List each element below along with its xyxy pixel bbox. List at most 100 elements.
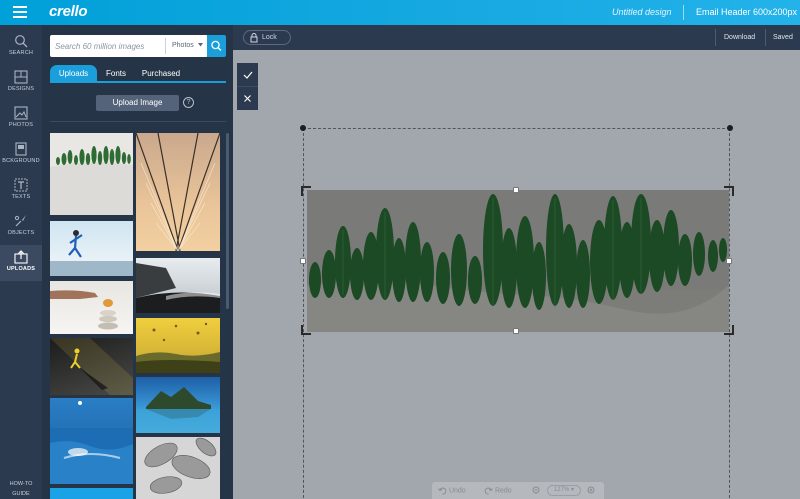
leaf-forest-image xyxy=(50,146,133,215)
bottom-toolbar: Undo Redo 127% ▾ xyxy=(432,482,604,499)
crop-frame-corner[interactable] xyxy=(727,125,733,131)
nav-label: BCKGROUND xyxy=(2,158,40,164)
how-to-guide-link[interactable]: HOW-TO GUIDE xyxy=(0,479,42,499)
lock-button[interactable]: Lock xyxy=(243,30,291,45)
thumbnail-black-beach[interactable] xyxy=(136,258,220,313)
nav-label: SEARCH xyxy=(8,50,34,56)
search-input[interactable] xyxy=(55,39,165,53)
chevron-down-icon xyxy=(197,43,203,47)
thumbnail-gray-leaves[interactable] xyxy=(136,437,220,499)
save-status: Saved xyxy=(773,34,793,41)
download-button[interactable]: Download xyxy=(724,34,755,41)
howto-line: HOW-TO xyxy=(9,481,33,487)
nav-item-objects[interactable]: OBJECTS xyxy=(0,209,42,245)
top-bar: crello Untitled design Email Header 600x… xyxy=(0,0,800,25)
howto-line: GUIDE xyxy=(12,491,30,497)
tab-purchased[interactable]: Purchased xyxy=(136,65,186,82)
checkmark-icon xyxy=(243,71,253,79)
zoom-out-icon xyxy=(532,486,540,494)
cancel-crop-button[interactable] xyxy=(237,87,258,110)
nav-item-designs[interactable]: DESIGNS xyxy=(0,65,42,101)
beach-image xyxy=(136,263,220,313)
bridge-image xyxy=(136,133,220,251)
tab-uploads[interactable]: Uploads xyxy=(50,65,97,82)
designs-icon xyxy=(14,70,28,84)
photos-icon xyxy=(14,106,28,120)
canvas-image[interactable] xyxy=(307,190,729,332)
lock-icon xyxy=(250,33,258,43)
zoom-out-button[interactable] xyxy=(532,486,541,497)
resize-handle[interactable] xyxy=(513,328,519,334)
crop-frame-corner[interactable] xyxy=(300,125,306,131)
panel-tabs: Uploads Fonts Purchased xyxy=(50,65,226,83)
redo-label: Redo xyxy=(494,487,512,495)
nav-label: UPLOADS xyxy=(6,266,36,272)
thumbnail-blue[interactable] xyxy=(50,488,133,499)
stones-image xyxy=(50,290,118,330)
crop-handle[interactable] xyxy=(724,186,734,196)
search-box: Photos xyxy=(50,35,208,57)
thumbnail-stacked-stones[interactable] xyxy=(50,281,133,334)
balloons-image xyxy=(136,322,220,373)
nav-item-photos[interactable]: PHOTOS xyxy=(0,101,42,137)
texts-icon xyxy=(14,178,28,192)
objects-icon xyxy=(14,215,26,227)
thumbnail-runner-shadow[interactable] xyxy=(50,338,133,395)
search-button[interactable] xyxy=(207,35,226,57)
nav-label: DESIGNS xyxy=(7,86,35,92)
island-image xyxy=(136,387,220,433)
zoom-level-dropdown[interactable]: 127% ▾ xyxy=(547,485,581,496)
crop-handle[interactable] xyxy=(301,186,311,196)
zoom-in-icon xyxy=(587,486,595,494)
sea-image xyxy=(50,401,133,484)
thumbnail-leaf-forest[interactable] xyxy=(50,133,133,215)
divider xyxy=(765,29,766,46)
divider xyxy=(683,5,684,20)
thumbnail-hot-air-balloons[interactable] xyxy=(136,318,220,373)
thumbnail-jumping-sea[interactable] xyxy=(50,398,133,484)
zoom-in-button[interactable] xyxy=(587,486,596,497)
upload-image-button[interactable]: Upload Image xyxy=(96,95,179,111)
runner-shadow-image xyxy=(50,338,133,395)
crop-handle[interactable] xyxy=(724,325,734,335)
nav-item-search[interactable]: SEARCH xyxy=(0,29,42,65)
redo-icon xyxy=(484,487,493,495)
leaves-image xyxy=(144,437,217,494)
undo-button[interactable]: Undo xyxy=(438,486,466,495)
background-icon xyxy=(15,142,27,156)
nav-label: TEXTS xyxy=(11,194,31,200)
apply-crop-button[interactable] xyxy=(237,64,258,87)
side-panel: Photos Uploads Fonts Purchased Upload Im… xyxy=(42,25,233,499)
thumbnail-runner-track[interactable] xyxy=(50,221,133,276)
resize-handle[interactable] xyxy=(300,258,306,264)
app-logo[interactable]: crello xyxy=(49,3,88,20)
panel-scrollbar[interactable] xyxy=(226,133,229,309)
redo-button[interactable]: Redo xyxy=(484,486,512,495)
document-title[interactable]: Untitled design xyxy=(612,7,672,17)
resize-handle[interactable] xyxy=(513,187,519,193)
thumbnail-bridge-cables[interactable] xyxy=(136,133,220,251)
leaf-forest-photo xyxy=(307,190,729,332)
tab-fonts[interactable]: Fonts xyxy=(99,65,133,82)
runner-image xyxy=(50,230,133,276)
search-filter-dropdown[interactable]: Photos xyxy=(165,38,208,54)
crop-confirm-panel xyxy=(237,63,258,110)
undo-label: Undo xyxy=(448,487,466,495)
left-nav: SEARCH DESIGNS PHOTOS BCKGROUND TEXTS OB… xyxy=(0,25,42,499)
zoom-value: 127% xyxy=(553,487,570,493)
nav-item-texts[interactable]: TEXTS xyxy=(0,173,42,209)
resize-handle[interactable] xyxy=(726,258,732,264)
undo-icon xyxy=(438,487,447,495)
document-size[interactable]: Email Header 600x200px xyxy=(696,7,797,17)
nav-label: PHOTOS xyxy=(8,122,34,128)
menu-icon[interactable] xyxy=(13,6,27,18)
editor-toolbar: Lock Download Saved xyxy=(233,25,800,50)
crop-handle[interactable] xyxy=(301,325,311,335)
nav-item-uploads[interactable]: UPLOADS xyxy=(0,245,42,281)
thumbnail-island-lake[interactable] xyxy=(136,377,220,433)
help-icon[interactable]: ? xyxy=(183,97,194,108)
divider xyxy=(715,29,716,46)
nav-item-background[interactable]: BCKGROUND xyxy=(0,137,42,173)
search-icon xyxy=(15,35,28,48)
search-icon xyxy=(211,40,222,51)
